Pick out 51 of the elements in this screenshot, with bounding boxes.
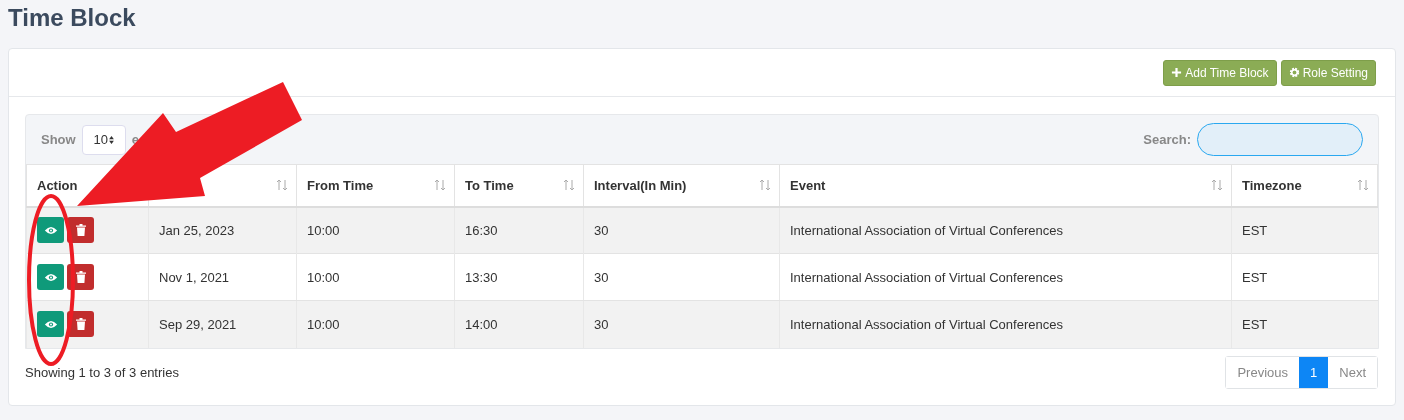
entries-info: Showing 1 to 3 of 3 entries (25, 364, 179, 380)
show-label: Show (41, 132, 76, 147)
table-cell: 10:00 (307, 222, 340, 238)
sort-icon[interactable] (276, 179, 288, 192)
eye-icon (43, 319, 58, 329)
view-button[interactable] (37, 217, 64, 244)
table-cell: 10:00 (307, 269, 340, 285)
trash-icon (75, 271, 86, 283)
sort-icon[interactable] (759, 179, 771, 192)
sort-icon[interactable] (434, 179, 446, 192)
column-header: Event (790, 177, 826, 193)
sort-icon[interactable] (1357, 179, 1369, 192)
table-cell: 30 (594, 222, 609, 238)
column-header: From Time (307, 177, 374, 193)
table-cell: 10:00 (307, 316, 340, 332)
plus-icon (1171, 67, 1183, 78)
table-cell: EST (1242, 222, 1268, 238)
page-title: Time Block (7, 3, 137, 33)
table-cell: Nov 1, 2021 (159, 269, 230, 285)
eye-icon (43, 225, 58, 235)
search-label: Search: (1143, 132, 1191, 147)
sort-icon[interactable] (563, 179, 575, 192)
table-cell: 13:30 (465, 269, 498, 285)
column-header: Action (37, 177, 78, 193)
entries-select[interactable]: 10 (81, 124, 126, 155)
search-field[interactable] (1197, 123, 1363, 156)
sort-icon[interactable] (1211, 179, 1223, 192)
column-header: Timezone (1242, 177, 1302, 193)
column-header: To Time (465, 177, 514, 193)
table-cell: Jan 25, 2023 (159, 222, 235, 238)
table-cell: 16:30 (465, 222, 498, 238)
updown-icon (108, 135, 114, 144)
add-time-block-button[interactable]: Add Time Block (1163, 59, 1277, 86)
table-cell: 30 (594, 269, 609, 285)
table-cell: International Association of Virtual Conferences (790, 222, 1063, 238)
trash-icon (75, 224, 86, 237)
view-button[interactable] (37, 264, 64, 290)
trash-icon (75, 318, 86, 331)
page-button[interactable]: 1 (1299, 356, 1329, 388)
role-setting-button[interactable]: Role Setting (1280, 59, 1376, 86)
table-cell: 14:00 (465, 316, 498, 332)
table-cell: EST (1242, 316, 1268, 332)
column-header: Interval(In Min) (594, 177, 687, 193)
table-cell: Sep 29, 2021 (159, 316, 237, 332)
table-cell: EST (1242, 269, 1268, 285)
table-cell: 30 (594, 316, 609, 332)
table-cell: International Association of Virtual Conferences (790, 269, 1063, 285)
settings-icon (1288, 67, 1300, 78)
view-button[interactable] (37, 311, 64, 338)
eye-icon (43, 272, 58, 282)
table-cell: International Association of Virtual Conferences (790, 316, 1063, 332)
